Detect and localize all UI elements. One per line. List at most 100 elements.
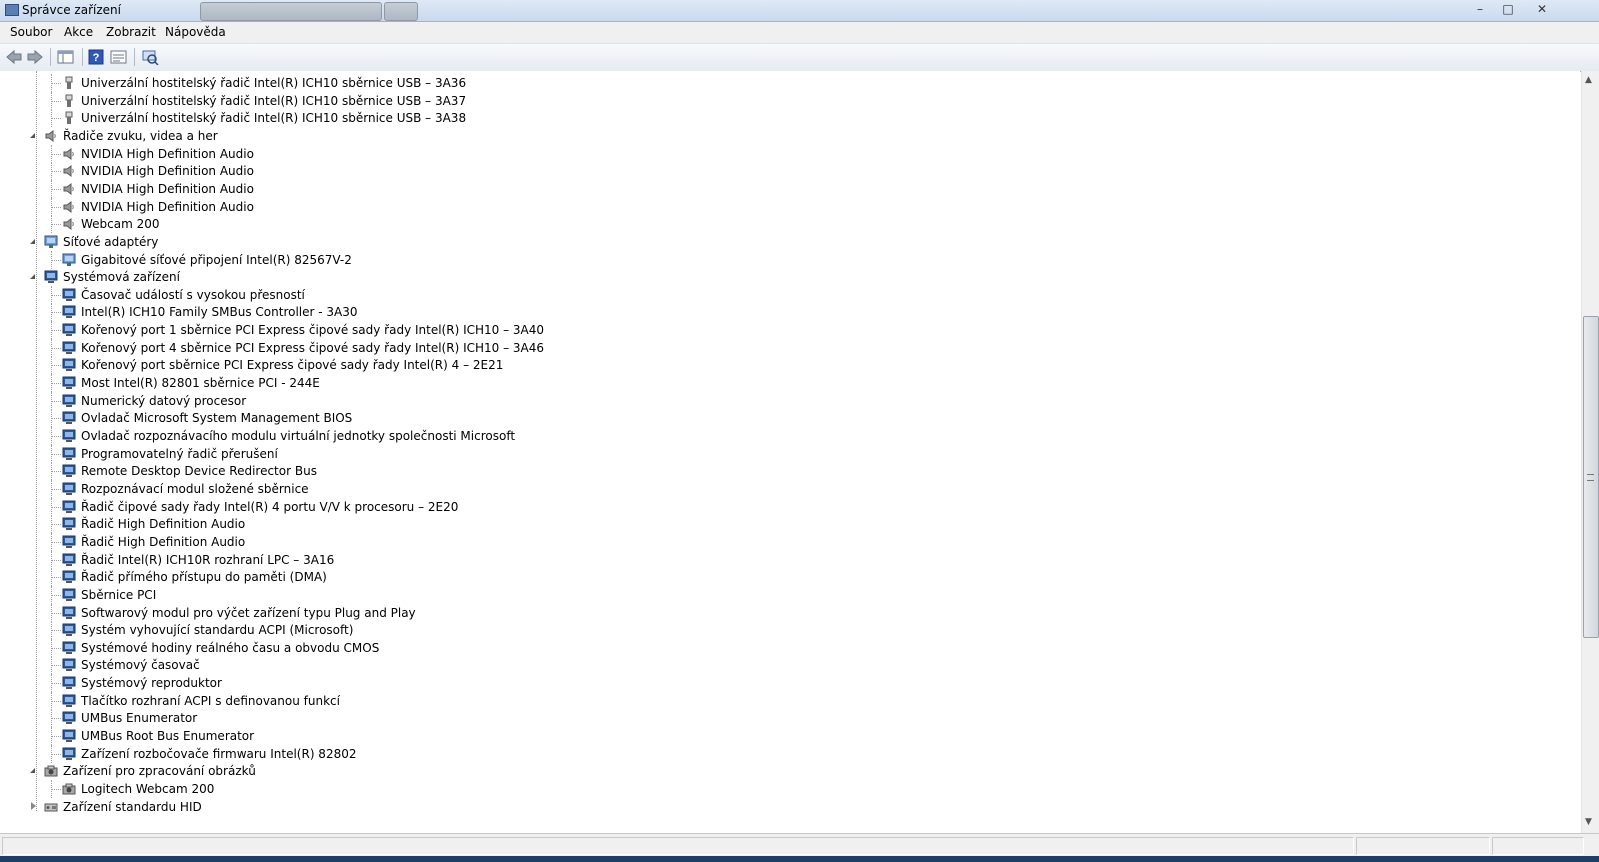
tree-device-item[interactable]: Zařízení rozbočovače firmwaru Intel(R) 8…: [0, 744, 1560, 763]
tree-guide-line: [52, 330, 61, 332]
tree-device-item[interactable]: Kořenový port sběrnice PCI Express čipov…: [0, 356, 1560, 375]
toolbar-separator: [134, 48, 135, 66]
tree-device-item[interactable]: Softwarový modul pro výčet zařízení typu…: [0, 603, 1560, 622]
tree-category[interactable]: Síťové adaptéry: [0, 233, 1560, 251]
tree-guide-line: [52, 83, 61, 84]
tree-device-item[interactable]: Časovač událostí s vysokou přesností: [0, 285, 1560, 304]
scan-hardware-icon[interactable]: [141, 49, 159, 65]
tree-device-item[interactable]: Ovladač Microsoft System Management BIOS: [0, 409, 1560, 428]
restore-button[interactable]: □: [1496, 1, 1520, 17]
tree-device-item[interactable]: Logitech Webcam 200: [0, 780, 1560, 798]
tree-device-item[interactable]: Tlačítko rozhraní ACPI s definovanou fun…: [0, 691, 1560, 710]
tree-guide-line: [52, 294, 61, 296]
tree-category[interactable]: Zařízení pro zpracování obrázků: [0, 762, 1560, 780]
tree-category[interactable]: Systémová zařízení: [0, 268, 1560, 286]
tree-item-label: Ovladač rozpoznávacího modulu virtuální …: [81, 429, 516, 443]
tree-device-item[interactable]: Kořenový port 1 sběrnice PCI Express čip…: [0, 321, 1560, 340]
system-device-icon: [62, 429, 76, 442]
device-manager-icon: [5, 4, 19, 16]
tree-category[interactable]: Řadiče zvuku, videa a her: [0, 127, 1560, 145]
svg-text:?: ?: [93, 52, 100, 64]
tree-item-label: Softwarový modul pro výčet zařízení typu…: [81, 605, 416, 620]
tree-guide-line: [52, 700, 61, 702]
tree-guide-line: [52, 224, 61, 226]
collapse-arrow-icon[interactable]: [30, 132, 35, 138]
tree-guide-line: [51, 444, 52, 463]
menu-napoveda[interactable]: Nápověda: [165, 25, 226, 39]
tree-device-item[interactable]: Řadič čipové sady řady Intel(R) 4 portu …: [0, 497, 1560, 516]
tree-device-item[interactable]: UMBus Enumerator: [0, 709, 1560, 728]
tree-device-item[interactable]: UMBus Root Bus Enumerator: [0, 727, 1560, 746]
device-tree[interactable]: Univerzální hostitelský řadič Intel(R) I…: [0, 71, 1580, 833]
collapse-arrow-icon[interactable]: [30, 238, 35, 244]
tree-device-item[interactable]: NVIDIA High Definition Audio: [0, 162, 1560, 181]
tree-item-label: NVIDIA High Definition Audio: [81, 146, 254, 161]
forward-icon[interactable]: [26, 49, 44, 65]
menu-zobrazit[interactable]: Zobrazit: [106, 25, 156, 39]
system-device-icon: [62, 729, 76, 743]
tree-device-item[interactable]: Univerzální hostitelský řadič Intel(R) I…: [0, 109, 1560, 128]
help-icon[interactable]: ?: [88, 49, 106, 65]
tree-device-item[interactable]: Webcam 200: [0, 215, 1560, 234]
background-tab-thumbnail: [200, 2, 382, 21]
menu-akce[interactable]: Akce: [64, 25, 93, 39]
system-device-icon: [62, 623, 76, 637]
usb-controller-icon: [65, 76, 73, 89]
properties-icon[interactable]: [110, 49, 128, 65]
tree-device-item[interactable]: Řadič High Definition Audio: [0, 532, 1560, 551]
tree-device-item[interactable]: Programovatelný řadič přerušení: [0, 444, 1560, 463]
usb-controller-icon: [65, 94, 73, 107]
tree-device-item[interactable]: Systémový reproduktor: [0, 674, 1560, 693]
tree-device-item[interactable]: Most Intel(R) 82801 sběrnice PCI - 244E: [0, 374, 1560, 393]
tree-guide-line: [51, 656, 52, 675]
tree-guide-line: [51, 497, 52, 516]
expand-arrow-icon[interactable]: [31, 801, 36, 810]
tree-device-item[interactable]: Kořenový port 4 sběrnice PCI Express čip…: [0, 338, 1560, 357]
system-device-icon: [62, 394, 76, 407]
tree-item-label: Řadič High Definition Audio: [81, 534, 246, 549]
tree-device-item[interactable]: Systémový časovač: [0, 656, 1560, 675]
show-hide-console-tree-icon[interactable]: [57, 49, 75, 65]
collapse-arrow-icon[interactable]: [30, 768, 35, 774]
tree-device-item[interactable]: Řadič Intel(R) ICH10R rozhraní LPC – 3A1…: [0, 550, 1560, 569]
tree-device-item[interactable]: Systémové hodiny reálného času a obvodu …: [0, 638, 1560, 657]
tree-guide-line: [51, 91, 52, 110]
tree-device-item[interactable]: Univerzální hostitelský řadič Intel(R) I…: [0, 74, 1560, 92]
vertical-scrollbar[interactable]: ▲ ▼: [1581, 71, 1599, 833]
tree-device-item[interactable]: Gigabitové síťové připojení Intel(R) 825…: [0, 250, 1560, 269]
tree-device-item[interactable]: Řadič přímého přístupu do paměti (DMA): [0, 568, 1560, 587]
tree-item-label: NVIDIA High Definition Audio: [81, 199, 254, 214]
tree-device-item[interactable]: Sběrnice PCI: [0, 585, 1560, 604]
tree-device-item[interactable]: Ovladač rozpoznávacího modulu virtuální …: [0, 427, 1560, 445]
tree-device-item[interactable]: Rozpoznávací modul složené sběrnice: [0, 479, 1560, 498]
tree-guide-line: [51, 215, 52, 234]
tree-device-item[interactable]: NVIDIA High Definition Audio: [0, 179, 1560, 198]
tree-guide-line: [52, 559, 61, 561]
tree-device-item[interactable]: Remote Desktop Device Redirector Bus: [0, 462, 1560, 481]
scrollbar-grip-icon: [1587, 474, 1594, 481]
tree-guide-line: [51, 391, 52, 410]
collapse-arrow-icon[interactable]: [30, 274, 35, 280]
tree-device-item[interactable]: Univerzální hostitelský řadič Intel(R) I…: [0, 91, 1560, 110]
scroll-down-arrow-icon[interactable]: ▼: [1585, 817, 1592, 827]
tree-device-item[interactable]: NVIDIA High Definition Audio: [0, 144, 1560, 163]
scroll-up-arrow-icon[interactable]: ▲: [1585, 75, 1592, 85]
tree-device-item[interactable]: Numerický datový procesor: [0, 391, 1560, 410]
tree-item-label: Kořenový port 1 sběrnice PCI Express čip…: [81, 323, 545, 338]
close-button[interactable]: ✕: [1530, 1, 1554, 17]
tree-category[interactable]: Zařízení standardu HID: [0, 798, 1560, 816]
system-device-icon: [62, 288, 76, 301]
tree-device-item[interactable]: Řadič High Definition Audio: [0, 515, 1560, 534]
back-icon[interactable]: [5, 49, 23, 65]
system-device-icon: [62, 641, 76, 654]
title-bar[interactable]: Správce zařízení – □ ✕: [0, 0, 1599, 22]
minimize-button[interactable]: –: [1468, 1, 1492, 17]
tree-item-label: Síťové adaptéry: [63, 234, 159, 249]
background-tab-thumbnail: [384, 2, 418, 21]
scrollbar-thumb[interactable]: [1583, 316, 1599, 638]
tree-device-item[interactable]: NVIDIA High Definition Audio: [0, 197, 1560, 216]
tree-device-item[interactable]: Systém vyhovující standardu ACPI (Micros…: [0, 621, 1560, 640]
tree-item-label: Systémové hodiny reálného času a obvodu …: [81, 640, 380, 655]
menu-soubor[interactable]: Soubor: [10, 25, 52, 39]
tree-device-item[interactable]: Intel(R) ICH10 Family SMBus Controller -…: [0, 303, 1560, 322]
